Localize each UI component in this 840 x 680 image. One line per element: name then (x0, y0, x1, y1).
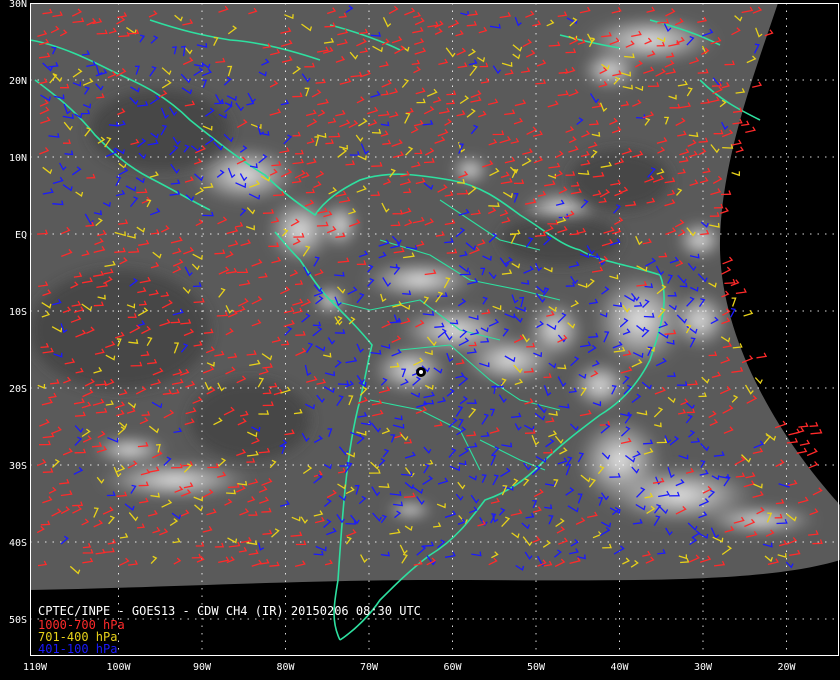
cloud-patch (385, 500, 435, 520)
longitude-label: 80W (276, 662, 295, 673)
cloud-patch (670, 290, 730, 350)
longitude-label: 60W (443, 662, 462, 673)
storm-center-marker (416, 367, 426, 377)
cloud-patch (700, 505, 820, 535)
latitude-label: EQ (15, 230, 27, 241)
legend-upper-level: 401-100 hPa (38, 642, 117, 656)
latitude-label: 50S (9, 615, 27, 626)
latitude-label: 30S (9, 461, 27, 472)
cloud-patch (360, 260, 480, 300)
latitude-label: 20S (9, 384, 27, 395)
latitude-label: 40S (9, 538, 27, 549)
cloud-patch (95, 460, 255, 500)
cloud-patch (675, 220, 725, 260)
longitude-label: 110W (23, 662, 48, 673)
map-title: CPTEC/INPE - GOES13 - CDW CH4 (IR) 20150… (38, 604, 421, 618)
longitude-label: 70W (360, 662, 379, 673)
satellite-wind-map: 30N 20N 10N EQ 10S 20S 30S 40S 50S 110W 100W 90W 80… (0, 0, 840, 680)
latitude-label: 20N (9, 76, 27, 87)
cloud-patch (370, 345, 450, 395)
cloud-patch (580, 50, 640, 90)
longitude-label: 100W (106, 662, 131, 673)
clear-sky-patch (190, 380, 310, 460)
latitude-label: 10N (9, 153, 27, 164)
clear-sky-patch (90, 90, 230, 170)
longitude-label: 50W (527, 662, 546, 673)
longitude-label: 20W (777, 662, 796, 673)
latitude-label: 10S (9, 307, 27, 318)
longitude-label: 90W (193, 662, 212, 673)
longitude-label: 30W (694, 662, 713, 673)
latitude-label: 30N (9, 0, 27, 10)
longitude-label: 40W (610, 662, 629, 673)
